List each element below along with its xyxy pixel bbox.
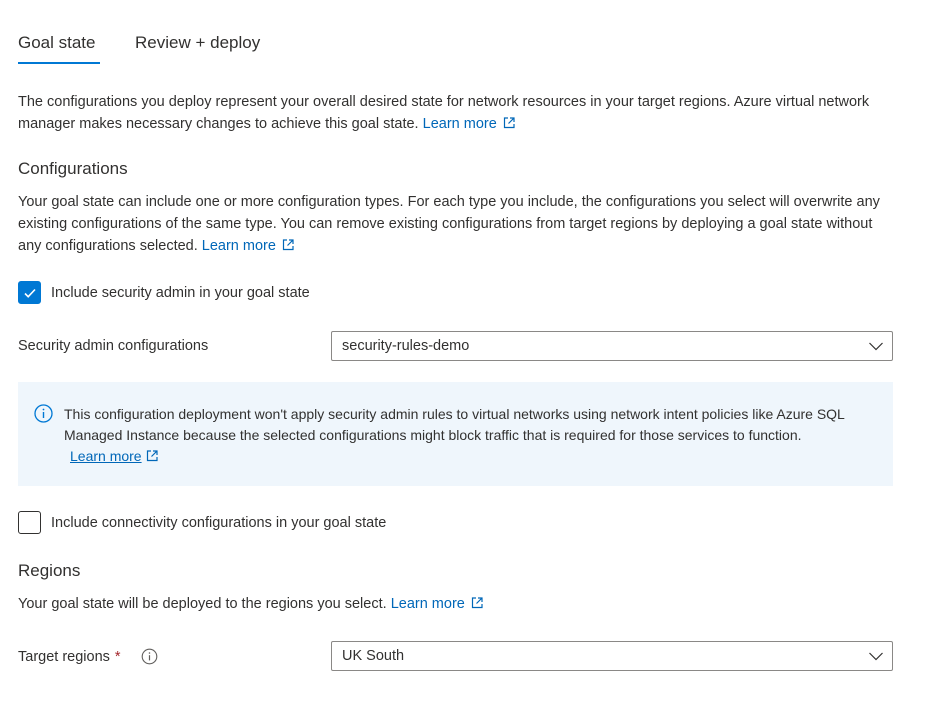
external-link-icon — [471, 597, 483, 609]
checkmark-icon — [23, 288, 36, 298]
security-admin-config-value: security-rules-demo — [342, 338, 470, 354]
intro-learn-more-link[interactable]: Learn more — [423, 116, 515, 132]
configurations-description: Your goal state can include one or more … — [18, 191, 898, 257]
info-learn-more-link[interactable]: Learn more — [70, 448, 158, 464]
tab-goal-state[interactable]: Goal state — [18, 30, 100, 64]
security-admin-config-label: Security admin configurations — [18, 338, 209, 354]
configurations-text: Your goal state can include one or more … — [18, 194, 880, 254]
regions-learn-more-link[interactable]: Learn more — [391, 596, 483, 612]
tab-review-deploy[interactable]: Review + deploy — [135, 30, 260, 64]
chevron-down-icon — [869, 652, 883, 661]
tab-bar: Goal state Review + deploy — [18, 30, 260, 64]
required-marker: * — [114, 648, 121, 665]
security-admin-checkbox[interactable] — [18, 281, 41, 304]
regions-description: Your goal state will be deployed to the … — [18, 593, 898, 615]
info-message-bar: This configuration deployment won't appl… — [18, 382, 893, 486]
security-admin-checkbox-label: Include security admin in your goal stat… — [51, 284, 310, 301]
chevron-down-icon — [869, 342, 883, 351]
target-regions-value: UK South — [342, 648, 405, 664]
target-regions-label-text: Target regions — [18, 648, 110, 665]
configurations-learn-more-link[interactable]: Learn more — [202, 238, 294, 254]
info-message-text: This configuration deployment won't appl… — [64, 406, 845, 464]
connectivity-checkbox-row: Include connectivity configurations in y… — [18, 511, 386, 534]
connectivity-checkbox-label: Include connectivity configurations in y… — [51, 514, 387, 531]
security-admin-config-dropdown[interactable]: security-rules-demo — [331, 331, 893, 361]
intro-description: The configurations you deploy represent … — [18, 91, 898, 135]
regions-text: Your goal state will be deployed to the … — [18, 596, 387, 612]
target-regions-dropdown[interactable]: UK South — [331, 641, 893, 671]
external-link-icon — [503, 117, 515, 129]
target-regions-info-icon[interactable] — [141, 648, 158, 665]
regions-heading: Regions — [18, 561, 81, 580]
target-regions-label: Target regions * — [18, 648, 158, 665]
external-link-icon — [146, 450, 158, 462]
info-icon — [34, 404, 53, 423]
security-admin-checkbox-row: Include security admin in your goal stat… — [18, 281, 310, 304]
external-link-icon — [282, 239, 294, 251]
connectivity-checkbox[interactable] — [18, 511, 41, 534]
configurations-heading: Configurations — [18, 159, 128, 178]
